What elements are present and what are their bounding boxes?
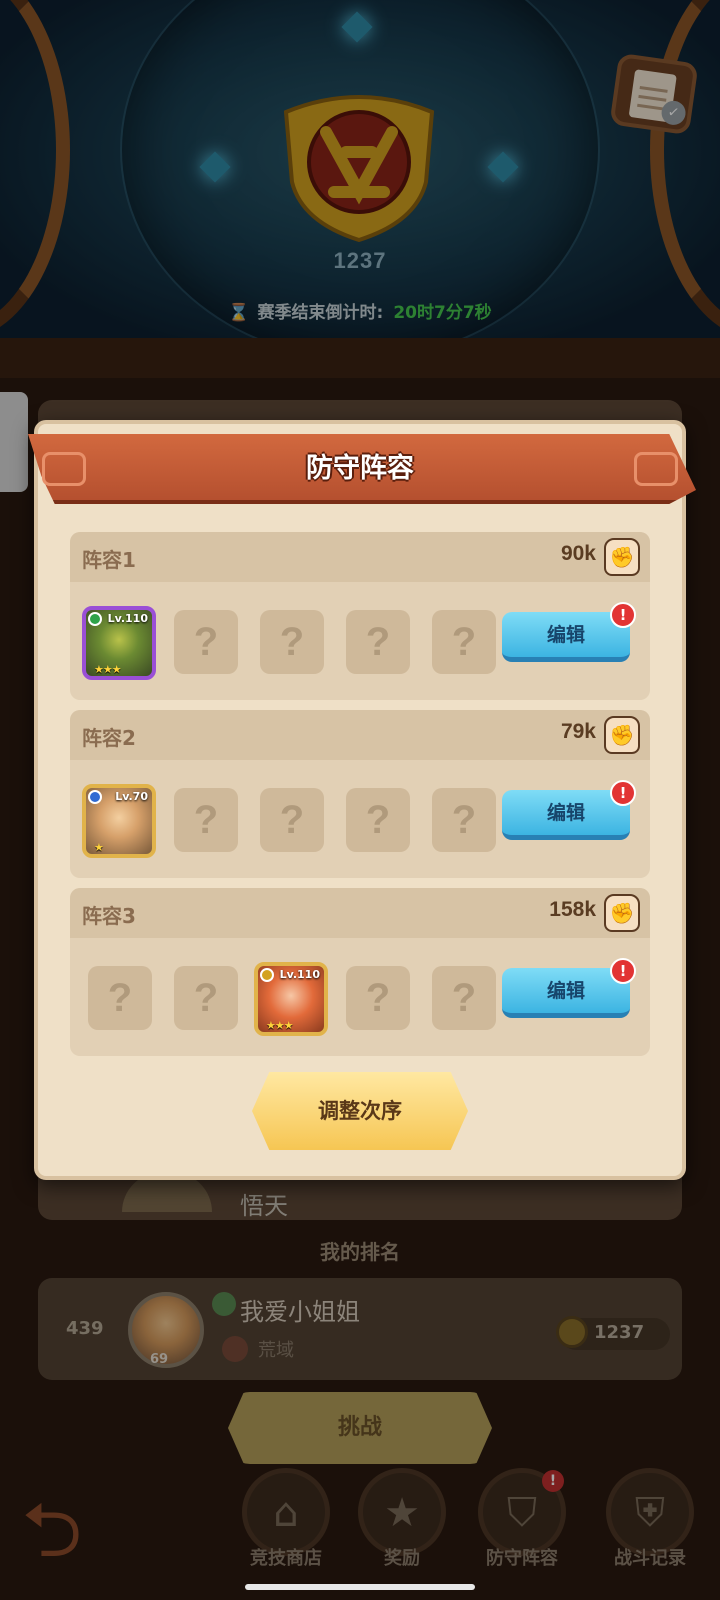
hero-stars: ★★★	[94, 663, 122, 676]
team-power: 90k	[560, 542, 596, 565]
team-card-1: 阵容1 90k ✊ Lv.110 ★★★ ? ? ? ? 编辑 !	[70, 532, 650, 700]
team-header: 阵容1 90k ✊	[70, 532, 650, 582]
team-name: 阵容1	[82, 548, 136, 572]
team-power: 79k	[560, 720, 596, 743]
empty-slot[interactable]: ?	[174, 610, 238, 674]
adjust-order-button[interactable]: 调整次序	[252, 1072, 468, 1150]
empty-slot[interactable]: ?	[260, 610, 324, 674]
team-power: 158k	[549, 898, 596, 921]
element-gem-icon	[260, 968, 274, 982]
element-gem-icon	[88, 612, 102, 626]
fist-power-icon: ✊	[604, 538, 640, 576]
empty-slot[interactable]: ?	[432, 966, 496, 1030]
hero-stars: ★★★	[266, 1019, 294, 1032]
fist-power-icon: ✊	[604, 894, 640, 932]
hero-level: Lv.110	[279, 968, 320, 981]
hero-slot-filled[interactable]: Lv.110 ★★★	[82, 606, 156, 680]
team-name: 阵容3	[82, 904, 136, 928]
empty-slot[interactable]: ?	[260, 788, 324, 852]
empty-slot[interactable]: ?	[346, 966, 410, 1030]
fist-power-icon: ✊	[604, 716, 640, 754]
modal-title: 防守阵容	[306, 453, 414, 484]
hero-level: Lv.110	[107, 612, 148, 625]
alert-badge: !	[610, 958, 636, 984]
hero-stars: ★	[94, 841, 104, 854]
empty-slot[interactable]: ?	[432, 788, 496, 852]
team-card-2: 阵容2 79k ✊ Lv.70 ★ ? ? ? ? 编辑 !	[70, 710, 650, 878]
empty-slot[interactable]: ?	[174, 788, 238, 852]
home-indicator[interactable]	[245, 1584, 475, 1590]
alert-badge: !	[610, 780, 636, 806]
team-header: 阵容2 79k ✊	[70, 710, 650, 760]
empty-slot[interactable]: ?	[346, 610, 410, 674]
team-header: 阵容3 158k ✊	[70, 888, 650, 938]
empty-slot[interactable]: ?	[432, 610, 496, 674]
hero-slot-filled[interactable]: Lv.70 ★	[82, 784, 156, 858]
team-card-3: 阵容3 158k ✊ ? ? Lv.110 ★★★ ? ? 编辑 !	[70, 888, 650, 1056]
element-gem-icon	[88, 790, 102, 804]
empty-slot[interactable]: ?	[88, 966, 152, 1030]
alert-badge: !	[610, 602, 636, 628]
hero-slot-filled[interactable]: Lv.110 ★★★	[254, 962, 328, 1036]
hero-level: Lv.70	[115, 790, 148, 803]
empty-slot[interactable]: ?	[346, 788, 410, 852]
team-name: 阵容2	[82, 726, 136, 750]
empty-slot[interactable]: ?	[174, 966, 238, 1030]
